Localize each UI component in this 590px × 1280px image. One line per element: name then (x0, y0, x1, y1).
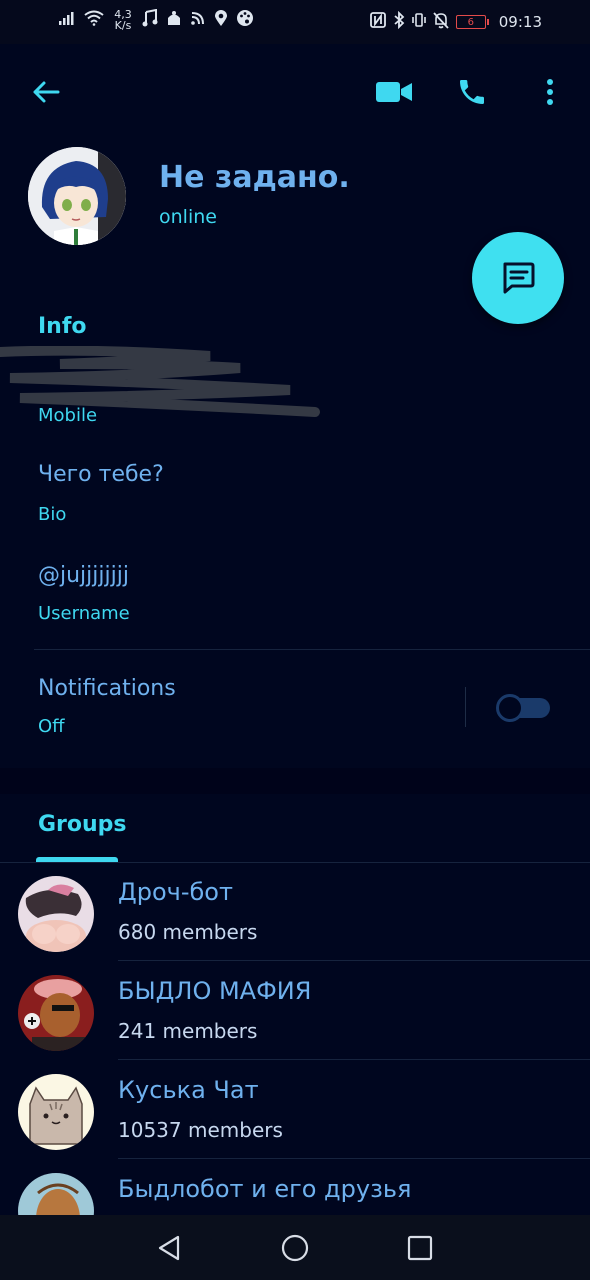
notifications-divider (465, 687, 466, 727)
more-vertical-icon (547, 79, 553, 105)
chat-bubble-icon (503, 262, 535, 294)
username-value[interactable]: @jujjjjjjjj (38, 563, 129, 588)
info-section-title: Info (38, 314, 87, 339)
cast-icon (190, 10, 206, 30)
nav-back-button[interactable] (152, 1231, 186, 1265)
phone-icon (460, 80, 484, 104)
group-list-item[interactable]: Куська Чат 10537 members (0, 1060, 590, 1159)
notifications-off-icon (433, 11, 449, 33)
nav-home-button[interactable] (278, 1231, 312, 1265)
tab-groups[interactable]: Groups (38, 812, 127, 837)
location-icon (214, 9, 228, 31)
toggle-knob (496, 694, 524, 722)
clock: 09:13 (498, 13, 542, 31)
voice-call-button[interactable] (452, 72, 492, 112)
group-name: БЫДЛО МАФИЯ (118, 977, 312, 1005)
battery-icon: 6 (455, 15, 489, 29)
system-navigation-bar (0, 1215, 590, 1280)
group-members: 241 members (118, 1019, 258, 1043)
network-speed-unit: K/s (114, 19, 132, 32)
group-avatar (18, 975, 94, 1051)
notifications-toggle[interactable] (496, 694, 552, 722)
arrow-left-icon (33, 81, 60, 103)
section-gap (0, 768, 590, 794)
wifi-icon (84, 10, 104, 30)
group-list-item[interactable]: БЫДЛО МАФИЯ 241 members (0, 961, 590, 1060)
triangle-back-icon (158, 1235, 180, 1261)
profile-status: online (159, 206, 217, 228)
more-options-button[interactable] (530, 72, 570, 112)
section-divider (34, 649, 590, 650)
profile-name: Не задано. (159, 160, 350, 195)
circle-home-icon (281, 1234, 309, 1262)
app-notification-icon (166, 9, 182, 31)
notifications-title[interactable]: Notifications (38, 676, 176, 701)
profile-avatar[interactable] (28, 147, 126, 245)
signal-icon (58, 10, 76, 30)
group-members: 680 members (118, 920, 258, 944)
group-avatar (18, 876, 94, 952)
video-call-button[interactable] (374, 72, 414, 112)
group-avatar (18, 1074, 94, 1150)
network-speed: 4,3 K/s (112, 9, 134, 31)
pusheen-cat-avatar-image (18, 1074, 94, 1150)
anime-girl-avatar-image (28, 147, 126, 245)
group-photo-image (18, 876, 94, 952)
bio-value[interactable]: Чего тебе? (38, 462, 164, 487)
palette-icon (236, 9, 254, 31)
nfc-icon (369, 12, 386, 32)
group-list-item[interactable]: Дроч-бот 680 members (0, 862, 590, 961)
vibrate-icon (411, 12, 426, 32)
group-name: Дроч-бот (118, 878, 233, 906)
username-label: Username (38, 603, 130, 624)
video-camera-icon (376, 82, 412, 102)
profile-screen: Не задано. online Info Mobile Чего тебе?… (0, 44, 590, 1249)
notifications-status: Off (38, 716, 65, 737)
group-members: 10537 members (118, 1118, 283, 1142)
back-button[interactable] (26, 72, 66, 112)
music-note-icon (142, 8, 158, 31)
group-name: Куська Чат (118, 1076, 259, 1104)
battery-level: 6 (467, 16, 474, 28)
group-name: Быдлобот и его друзья (118, 1175, 412, 1203)
phone-label: Mobile (38, 405, 98, 426)
group-photo-image (18, 975, 94, 1051)
square-recents-icon (407, 1235, 433, 1261)
bio-label: Bio (38, 504, 67, 525)
bluetooth-icon (393, 10, 405, 33)
status-bar: 4,3 K/s 6 09:13 (0, 0, 590, 44)
send-message-button[interactable] (472, 232, 564, 324)
nav-recents-button[interactable] (403, 1231, 437, 1265)
